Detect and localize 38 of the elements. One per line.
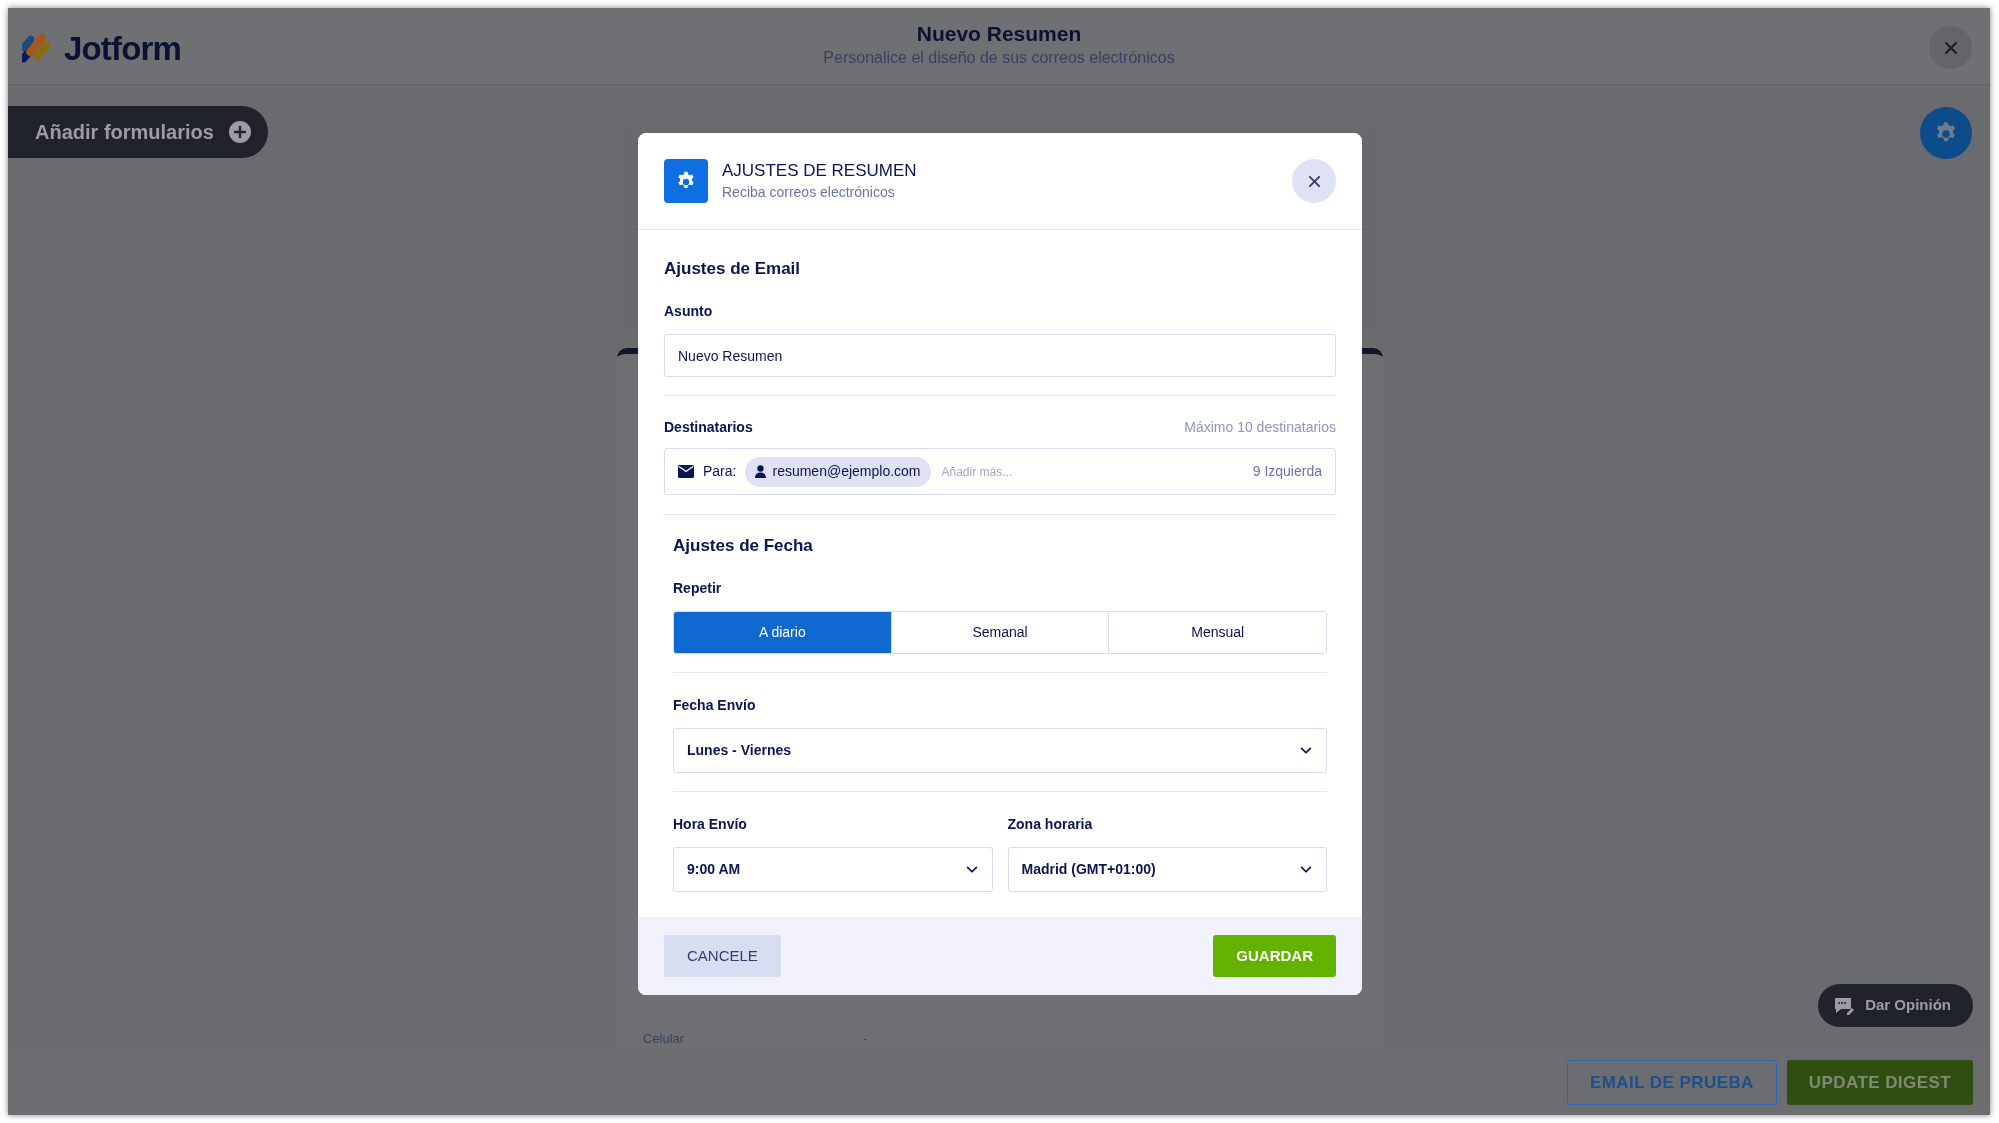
page-title: Nuevo Resumen	[916, 21, 1082, 47]
dropdown[interactable]: Lunes - Viernes	[673, 728, 1327, 773]
field-label: Zona horaria	[1007, 815, 1094, 834]
field-label: Para:	[703, 462, 737, 481]
feedback-button[interactable]: Dar Opinión	[1818, 984, 1973, 1027]
repeat-tab[interactable]: Mensual	[1108, 612, 1326, 653]
close-icon	[1943, 40, 1958, 55]
dropdown[interactable]: 9:00 AM	[673, 847, 993, 892]
cancel-button[interactable]: CANCELE	[664, 935, 781, 977]
section-heading: Ajustes de Email	[664, 258, 802, 280]
person-icon	[755, 465, 767, 478]
chat-icon	[1833, 995, 1856, 1016]
field-label: Destinatarios	[664, 418, 753, 437]
dialog-title: AJUSTES DE RESUMEN	[722, 160, 917, 182]
field-label: Repetir	[673, 579, 723, 598]
close-button[interactable]	[1929, 26, 1972, 69]
field-label: Hora Envío	[673, 815, 748, 834]
repeat-tab[interactable]: A diario	[674, 612, 891, 653]
recipients-field[interactable]: Para: resumen@ejemplo.com Añadir más... 9 Izquierda	[664, 448, 1336, 495]
field-value: -	[863, 1030, 868, 1048]
field-label: Fecha Envío	[673, 696, 757, 715]
remaining-count: 9 Izquierda	[1252, 462, 1322, 481]
section-heading: Ajustes de Fecha	[673, 535, 814, 557]
subject-field[interactable]: Nuevo Resumen	[664, 334, 1336, 377]
field-label: Asunto	[664, 302, 714, 321]
dropdown[interactable]: Madrid (GMT+01:00)	[1007, 847, 1327, 892]
recipient-chip[interactable]: resumen@ejemplo.com	[745, 456, 931, 487]
plus-icon	[227, 120, 252, 144]
add-forms-button[interactable]: Añadir formularios	[8, 106, 268, 158]
add-recipient-field[interactable]: Añadir más...	[941, 462, 1244, 481]
logo-text: Jotform	[64, 29, 182, 69]
dialog-subtitle: Reciba correos electrónicos	[722, 183, 896, 202]
close-icon	[1307, 174, 1321, 188]
settings-button[interactable]	[1920, 107, 1972, 159]
logo-icon	[22, 31, 54, 66]
mail-icon	[678, 465, 694, 478]
helper-text: Máximo 10 destinatarios	[1184, 418, 1336, 437]
close-button[interactable]	[1292, 159, 1336, 203]
